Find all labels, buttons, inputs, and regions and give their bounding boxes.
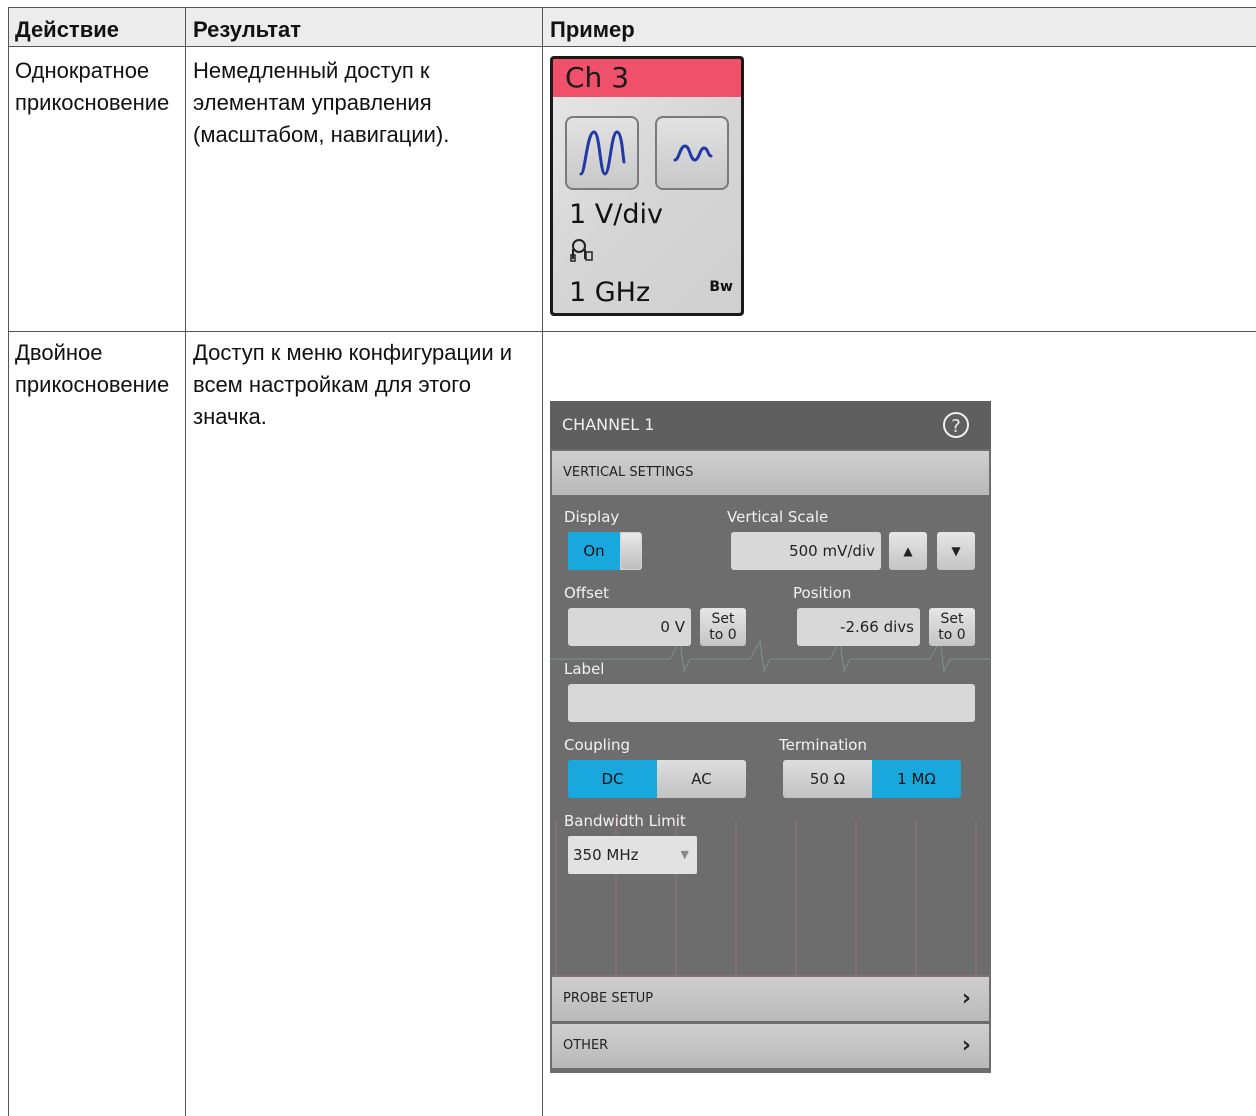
row2-result-line: всем настройкам для этого: [193, 372, 471, 397]
invert-waveform-button[interactable]: [565, 116, 639, 190]
set-line: Set: [711, 611, 735, 627]
panel-title: CHANNEL 1 ?: [550, 401, 991, 449]
vertical-scale-down-button[interactable]: ▼: [937, 532, 975, 570]
vertical-settings-header[interactable]: VERTICAL SETTINGS: [552, 451, 989, 495]
coupling-dc-button[interactable]: DC: [568, 760, 657, 798]
probe-icon: [570, 239, 593, 262]
channel-config-menu: CHANNEL 1 ? VERTICAL SETTINGS Display On…: [550, 401, 991, 1073]
badge-bandwidth: 1 GHz: [569, 277, 651, 308]
vertical-scale-input[interactable]: 500 mV/div: [731, 532, 881, 570]
vertical-scale-label: Vertical Scale: [727, 508, 829, 526]
bandwidth-limit-value: 350 MHz: [573, 846, 639, 864]
display-on-segment: On: [568, 532, 620, 570]
display-label: Display: [564, 508, 620, 526]
coupling-ac-button[interactable]: AC: [657, 760, 746, 798]
coupling-label: Coupling: [564, 736, 631, 754]
termination-1-megaohm-button[interactable]: 1 MΩ: [872, 760, 961, 798]
probe-setup-label: PROBE SETUP: [563, 991, 654, 1006]
bandwidth-limit-select[interactable]: 350 MHz ▼: [568, 836, 697, 874]
position-input[interactable]: -2.66 divs: [797, 608, 920, 646]
badge-scale: 1 V/div: [569, 199, 663, 230]
row2-result-line: Доступ к меню конфигурации и: [193, 340, 513, 365]
header-action: Действие: [8, 7, 186, 46]
header-example: Пример: [543, 7, 1256, 46]
bandwidth-limit-indicator: Bw: [709, 279, 733, 295]
position-label: Position: [793, 584, 852, 602]
row2-action: Двойное прикосновение: [8, 334, 185, 401]
help-icon[interactable]: ?: [943, 412, 969, 438]
termination-50-ohm-button[interactable]: 50 Ω: [783, 760, 872, 798]
row2-action-line: прикосновение: [15, 372, 170, 397]
chevron-right-icon: ›: [961, 986, 971, 1011]
chevron-right-icon: ›: [961, 1033, 971, 1058]
row2-result-line: значка.: [193, 404, 267, 429]
row1-result: Немедленный доступ к элементам управлени…: [186, 52, 542, 151]
row2-action-line: Двойное: [15, 340, 103, 365]
offset-label: Offset: [564, 584, 610, 602]
label-label: Label: [564, 660, 605, 678]
channel-badge[interactable]: Ch 3 1 V/div 1 GHz Bw: [550, 56, 744, 316]
position-set-to-zero-button[interactable]: Set to 0: [929, 608, 975, 646]
display-toggle-knob: [621, 533, 641, 569]
sine-wave-icon: [579, 130, 626, 176]
header-result: Результат: [186, 7, 543, 46]
offset-set-to-zero-button[interactable]: Set to 0: [700, 608, 746, 646]
small-wave-icon: [673, 144, 713, 162]
vertical-scale-up-button[interactable]: ▲: [889, 532, 927, 570]
set-line: Set: [940, 611, 964, 627]
termination-label: Termination: [779, 736, 867, 754]
to-zero-line: to 0: [938, 627, 966, 643]
badge-title: Ch 3: [553, 59, 741, 97]
other-section[interactable]: OTHER ›: [552, 1024, 989, 1068]
other-label: OTHER: [563, 1038, 609, 1053]
chevron-down-icon: ▼: [680, 848, 689, 861]
row1-action-line: прикосновение: [15, 90, 170, 115]
label-input[interactable]: [568, 684, 975, 722]
display-toggle[interactable]: On: [568, 532, 642, 570]
row1-action: Однократное прикосновение: [8, 52, 185, 119]
row1-action-line: Однократное: [15, 58, 150, 83]
offset-input[interactable]: 0 V: [568, 608, 691, 646]
vertical-settings-label: VERTICAL SETTINGS: [563, 465, 694, 480]
panel-title-text: CHANNEL 1: [562, 415, 655, 434]
bandwidth-filter-button[interactable]: [655, 116, 729, 190]
probe-setup-section[interactable]: PROBE SETUP ›: [552, 977, 989, 1021]
row2-result: Доступ к меню конфигурации и всем настро…: [186, 334, 542, 433]
row1-result-line: элементам управления: [193, 90, 432, 115]
to-zero-line: to 0: [709, 627, 737, 643]
row1-result-line: Немедленный доступ к: [193, 58, 430, 83]
row1-result-line: (масштабом, навигации).: [193, 122, 450, 147]
bandwidth-limit-label: Bandwidth Limit: [564, 812, 686, 830]
